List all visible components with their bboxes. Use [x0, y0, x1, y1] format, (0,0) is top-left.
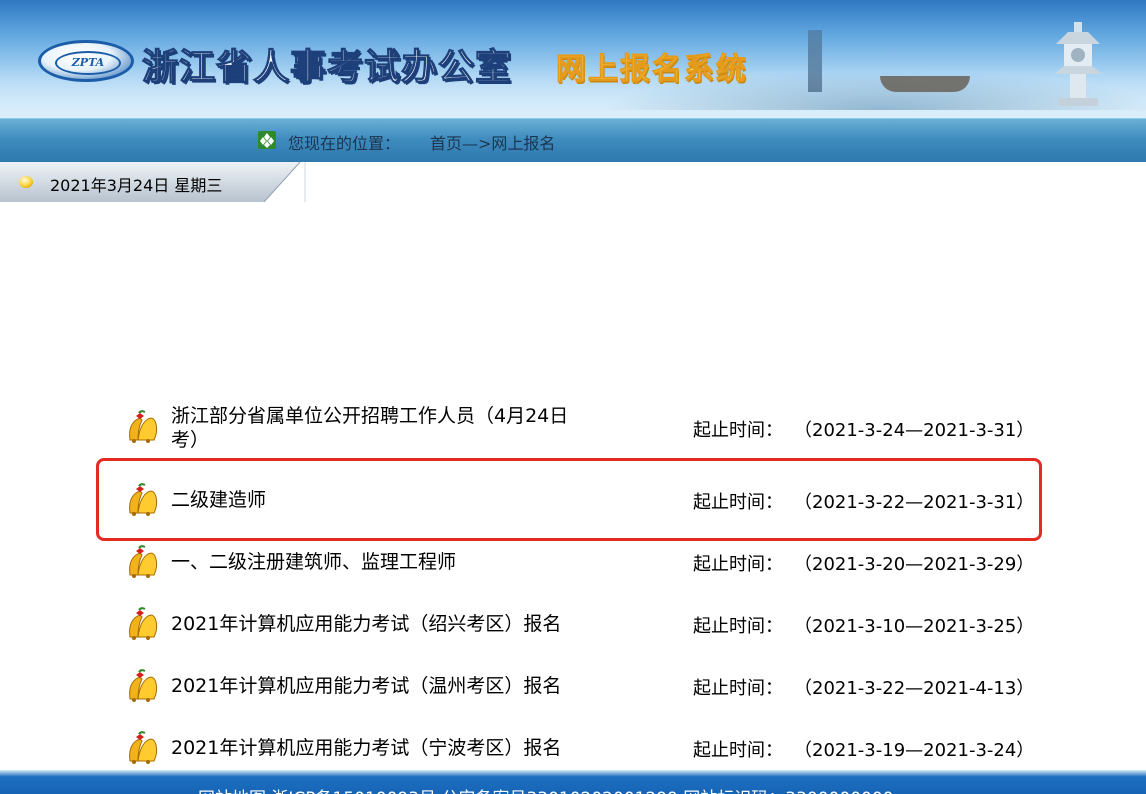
location-diamond-icon — [258, 131, 276, 149]
list-item[interactable]: 浙江部分省属单位公开招聘工作人员（4月24日考） 起止时间： （2021-3-2… — [124, 404, 1034, 454]
stone-lantern-icon — [1054, 22, 1102, 106]
deadline-label: 起止时间： — [693, 420, 783, 441]
footer-text[interactable]: 网站地图 浙ICP备15010093号 公安备案号33010202001299 … — [198, 784, 893, 794]
site-subtitle: 网上报名系统 — [556, 52, 748, 88]
zpta-logo[interactable]: ZPTA — [38, 40, 134, 82]
current-date: 2021年3月24日 星期三 — [50, 176, 223, 195]
exam-title-link[interactable]: 2021年计算机应用能力考试（宁波考区）报名 — [171, 736, 591, 760]
logo-text: ZPTA — [55, 51, 121, 75]
exam-title-link[interactable]: 二级建造师 — [171, 488, 591, 512]
location-bar: 您现在的位置： 首页—>网上报名 — [0, 118, 1146, 162]
bell-icon — [129, 607, 158, 640]
exam-title-link[interactable]: 浙江部分省属单位公开招聘工作人员（4月24日考） — [171, 404, 591, 452]
deadline-label: 起止时间： — [693, 616, 783, 637]
date-tab: 2021年3月24日 星期三 — [0, 162, 306, 202]
exam-title-link[interactable]: 一、二级注册建筑师、监理工程师 — [171, 550, 591, 574]
breadcrumb[interactable]: 首页—>网上报名 — [430, 130, 555, 154]
deadline-range: （2021-3-22—2021-4-13） — [794, 678, 1035, 699]
bell-icon — [129, 669, 158, 702]
deadline-range: （2021-3-10—2021-3-25） — [794, 616, 1035, 637]
location-label: 您现在的位置： — [288, 134, 401, 153]
deadline-range: （2021-3-24—2021-3-31） — [794, 420, 1035, 441]
deadline-range: （2021-3-22—2021-3-31） — [794, 492, 1035, 513]
header-banner: ZPTA 浙江省人事考试办公室 网上报名系统 — [0, 0, 1146, 118]
footer-bar: 网站地图 浙ICP备15010093号 公安备案号33010202001299 … — [0, 770, 1146, 794]
list-item[interactable]: 二级建造师 起止时间： （2021-3-22—2021-3-31） — [124, 475, 1034, 525]
exam-title-link[interactable]: 2021年计算机应用能力考试（绍兴考区）报名 — [171, 612, 591, 636]
bell-icon — [129, 731, 158, 764]
deadline-range: （2021-3-19—2021-3-24） — [794, 740, 1035, 761]
exam-title-link[interactable]: 2021年计算机应用能力考试（温州考区）报名 — [171, 674, 591, 698]
deadline-label: 起止时间： — [693, 554, 783, 575]
sun-icon — [19, 176, 33, 188]
site-title: 浙江省人事考试办公室 — [141, 45, 513, 88]
boat-silhouette — [880, 76, 970, 92]
bell-icon — [129, 410, 158, 443]
deadline-range: （2021-3-20—2021-3-29） — [794, 554, 1035, 575]
deadline-label: 起止时间： — [693, 492, 783, 513]
page: ZPTA 浙江省人事考试办公室 网上报名系统 您现在的位置： 首页—>网上报名 — [0, 0, 1146, 794]
list-item[interactable]: 一、二级注册建筑师、监理工程师 起止时间： （2021-3-20—2021-3-… — [124, 537, 1034, 587]
deadline-label: 起止时间： — [693, 740, 783, 761]
pagoda-silhouette — [808, 30, 822, 92]
list-item[interactable]: 2021年计算机应用能力考试（温州考区）报名 起止时间： （2021-3-22—… — [124, 661, 1034, 711]
list-item[interactable]: 2021年计算机应用能力考试（宁波考区）报名 起止时间： （2021-3-19—… — [124, 723, 1034, 773]
bell-icon — [129, 483, 158, 516]
bell-icon — [129, 545, 158, 578]
deadline-label: 起止时间： — [693, 678, 783, 699]
list-item[interactable]: 2021年计算机应用能力考试（绍兴考区）报名 起止时间： （2021-3-10—… — [124, 599, 1034, 649]
